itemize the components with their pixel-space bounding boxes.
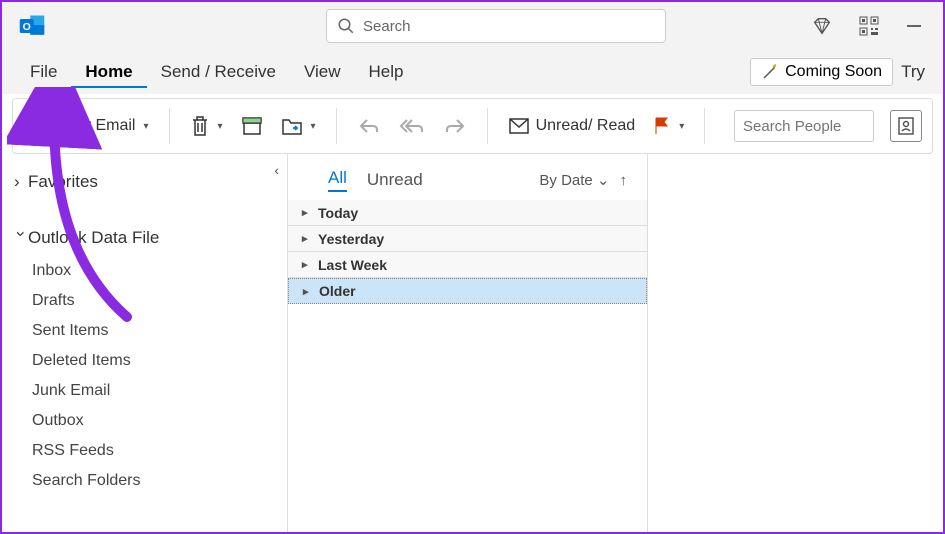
- wand-icon: [761, 63, 779, 81]
- move-button[interactable]: ▾: [275, 112, 322, 140]
- unread-read-button[interactable]: Unread/ Read: [502, 113, 642, 139]
- reply-icon: [357, 116, 381, 136]
- titlebar: O Search: [2, 2, 943, 50]
- coming-soon-toggle[interactable]: Coming Soon: [750, 58, 893, 86]
- menu-send-receive[interactable]: Send / Receive: [147, 56, 290, 88]
- move-folder-icon: [281, 116, 303, 136]
- divider: [336, 108, 337, 144]
- content: ‹ › Favorites › Outlook Data File Inbox …: [2, 154, 943, 532]
- outlook-logo-icon: O: [18, 12, 46, 40]
- search-placeholder: Search: [363, 18, 411, 35]
- divider: [704, 108, 705, 144]
- folder-pane: ‹ › Favorites › Outlook Data File Inbox …: [2, 154, 287, 532]
- chevron-down-icon: ⌄: [597, 172, 610, 189]
- global-search-box[interactable]: Search: [326, 9, 666, 43]
- folder-sent[interactable]: Sent Items: [2, 316, 287, 346]
- sort-direction-button[interactable]: ↑: [620, 172, 628, 189]
- chevron-right-icon: ▸: [302, 232, 318, 245]
- trash-icon: [190, 115, 210, 137]
- menu-file[interactable]: File: [16, 56, 71, 88]
- reading-pane: [648, 154, 943, 532]
- search-people-box[interactable]: [734, 110, 874, 142]
- ribbon: New Email ▾ ▾ ▾ Unread/ Read ▾: [12, 98, 933, 154]
- folder-junk[interactable]: Junk Email: [2, 376, 287, 406]
- divider: [487, 108, 488, 144]
- data-file-node[interactable]: › Outlook Data File: [2, 220, 287, 256]
- group-older[interactable]: ▸Older: [288, 278, 647, 304]
- qr-code-icon[interactable]: [859, 16, 879, 36]
- reply-button[interactable]: [351, 112, 387, 140]
- tab-all[interactable]: All: [328, 168, 347, 192]
- folder-inbox[interactable]: Inbox: [2, 256, 287, 286]
- minimize-icon[interactable]: [905, 17, 923, 35]
- svg-text:O: O: [23, 21, 31, 33]
- menu-view[interactable]: View: [290, 56, 355, 88]
- folder-outbox[interactable]: Outbox: [2, 406, 287, 436]
- chevron-down-icon: ›: [11, 231, 31, 245]
- reply-all-button[interactable]: [393, 112, 431, 140]
- forward-button[interactable]: [437, 112, 473, 140]
- address-book-icon: [896, 116, 916, 136]
- favorites-node[interactable]: › Favorites: [2, 164, 287, 200]
- folder-deleted[interactable]: Deleted Items: [2, 346, 287, 376]
- premium-diamond-icon[interactable]: [811, 15, 833, 37]
- menu-home[interactable]: Home: [71, 56, 146, 88]
- new-email-icon: [29, 116, 53, 136]
- forward-icon: [443, 116, 467, 136]
- sort-by-button[interactable]: By Date ⌄: [539, 171, 609, 189]
- chevron-right-icon: ▸: [303, 285, 319, 298]
- collapse-pane-button[interactable]: ‹: [274, 162, 279, 178]
- menubar: File Home Send / Receive View Help Comin…: [2, 50, 943, 94]
- divider: [169, 108, 170, 144]
- folder-drafts[interactable]: Drafts: [2, 286, 287, 316]
- chevron-down-icon: ▾: [311, 121, 316, 132]
- chevron-down-icon: ▾: [679, 121, 684, 132]
- message-pane: All Unread By Date ⌄ ↑ ▸Today ▸Yesterday…: [287, 154, 943, 532]
- delete-button[interactable]: ▾: [184, 111, 229, 141]
- search-people-input[interactable]: [734, 110, 874, 142]
- chevron-right-icon: ▸: [302, 258, 318, 271]
- tab-unread[interactable]: Unread: [367, 170, 423, 190]
- new-email-button[interactable]: New Email ▾: [23, 112, 155, 140]
- archive-icon: [241, 116, 263, 136]
- folder-rss[interactable]: RSS Feeds: [2, 436, 287, 466]
- folder-search[interactable]: Search Folders: [2, 466, 287, 496]
- address-book-button[interactable]: [890, 110, 922, 142]
- message-list: All Unread By Date ⌄ ↑ ▸Today ▸Yesterday…: [288, 154, 648, 532]
- chevron-right-icon: ›: [14, 172, 28, 192]
- envelope-icon: [508, 117, 530, 135]
- chevron-down-icon: ▾: [218, 121, 223, 132]
- chevron-right-icon: ▸: [302, 206, 318, 219]
- chevron-down-icon: ▾: [143, 121, 148, 132]
- flag-button[interactable]: ▾: [647, 112, 690, 140]
- group-last-week[interactable]: ▸Last Week: [288, 252, 647, 278]
- menu-help[interactable]: Help: [354, 56, 417, 88]
- try-button[interactable]: Try: [893, 58, 929, 86]
- reply-all-icon: [399, 116, 425, 136]
- search-icon: [337, 17, 355, 35]
- group-today[interactable]: ▸Today: [288, 200, 647, 226]
- archive-button[interactable]: [235, 112, 269, 140]
- list-header: All Unread By Date ⌄ ↑: [288, 154, 647, 200]
- titlebar-controls: [811, 15, 933, 37]
- flag-icon: [653, 116, 671, 136]
- group-yesterday[interactable]: ▸Yesterday: [288, 226, 647, 252]
